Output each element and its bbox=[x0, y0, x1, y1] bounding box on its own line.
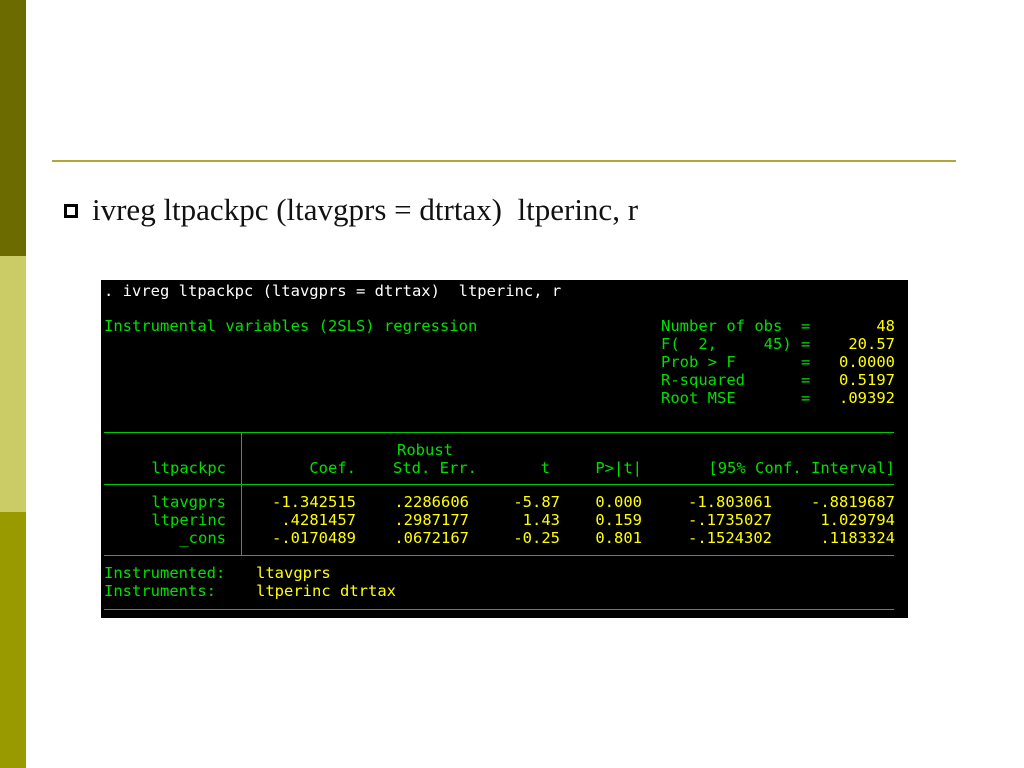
row-stderr: .0672167 bbox=[394, 529, 469, 547]
table-top-rule bbox=[104, 432, 894, 433]
stat-label: Prob > F bbox=[661, 353, 736, 371]
instruments-label: Instruments: bbox=[104, 582, 216, 600]
stat-eq: = bbox=[801, 335, 811, 353]
sidebar-segment-olive bbox=[0, 512, 26, 768]
bullet-text: ivreg ltpackpc (ltavgprs = dtrtax) ltper… bbox=[92, 192, 639, 227]
header-p: P>|t| bbox=[595, 459, 642, 477]
row-stderr: .2286606 bbox=[394, 493, 469, 511]
row-coef: -1.342515 bbox=[272, 493, 356, 511]
stat-value: 48 bbox=[876, 317, 895, 335]
row-p: 0.000 bbox=[595, 493, 642, 511]
row-ci-low: -1.803061 bbox=[688, 493, 772, 511]
row-ci-high: 1.029794 bbox=[820, 511, 895, 529]
header-stderr: Std. Err. bbox=[393, 459, 477, 477]
row-ci-low: -.1524302 bbox=[688, 529, 772, 547]
stat-value: .09392 bbox=[839, 389, 895, 407]
row-ci-high: -.8819687 bbox=[811, 493, 895, 511]
stat-eq: = bbox=[801, 371, 811, 389]
row-variable: ltavgprs bbox=[151, 493, 226, 511]
sidebar-segment-light bbox=[0, 256, 26, 512]
stat-value: 0.5197 bbox=[839, 371, 895, 389]
row-p: 0.159 bbox=[595, 511, 642, 529]
bullet-item: ivreg ltpackpc (ltavgprs = dtrtax) ltper… bbox=[64, 190, 638, 230]
instrumented-value: ltavgprs bbox=[256, 564, 331, 582]
header-ci: [95% Conf. Interval] bbox=[708, 459, 895, 477]
footer-rule bbox=[104, 609, 894, 610]
table-column-divider bbox=[241, 432, 242, 556]
stat-label: R-squared bbox=[661, 371, 745, 389]
console-command: . ivreg ltpackpc (ltavgprs = dtrtax) ltp… bbox=[104, 282, 562, 300]
stat-eq: = bbox=[801, 317, 811, 335]
header-robust: Robust bbox=[397, 441, 453, 459]
stat-label: F( 2, 45) bbox=[661, 335, 792, 353]
row-t: -0.25 bbox=[513, 529, 560, 547]
row-coef: .4281457 bbox=[281, 511, 356, 529]
row-t: 1.43 bbox=[522, 511, 560, 529]
stat-label: Number of obs bbox=[661, 317, 783, 335]
instrumented-label: Instrumented: bbox=[104, 564, 226, 582]
table-header-rule bbox=[104, 484, 894, 485]
row-variable: ltperinc bbox=[151, 511, 226, 529]
stata-output-console: . ivreg ltpackpc (ltavgprs = dtrtax) ltp… bbox=[101, 280, 908, 618]
header-coef: Coef. bbox=[309, 459, 356, 477]
row-p: 0.801 bbox=[595, 529, 642, 547]
row-variable: _cons bbox=[179, 529, 226, 547]
stat-label: Root MSE bbox=[661, 389, 736, 407]
sidebar-decoration bbox=[0, 0, 26, 768]
title-divider bbox=[52, 160, 956, 162]
row-t: -5.87 bbox=[513, 493, 560, 511]
header-t: t bbox=[540, 459, 550, 477]
regression-title: Instrumental variables (2SLS) regression bbox=[104, 317, 478, 335]
row-stderr: .2987177 bbox=[394, 511, 469, 529]
stat-value: 20.57 bbox=[848, 335, 895, 353]
table-bottom-rule bbox=[104, 555, 894, 556]
stat-eq: = bbox=[801, 389, 811, 407]
header-depvar: ltpackpc bbox=[151, 459, 226, 477]
row-ci-high: .1183324 bbox=[820, 529, 895, 547]
instruments-value: ltperinc dtrtax bbox=[256, 582, 396, 600]
square-bullet-icon bbox=[64, 204, 78, 218]
row-ci-low: -.1735027 bbox=[688, 511, 772, 529]
stat-value: 0.0000 bbox=[839, 353, 895, 371]
sidebar-segment-dark bbox=[0, 0, 26, 256]
row-coef: -.0170489 bbox=[272, 529, 356, 547]
stat-eq: = bbox=[801, 353, 811, 371]
